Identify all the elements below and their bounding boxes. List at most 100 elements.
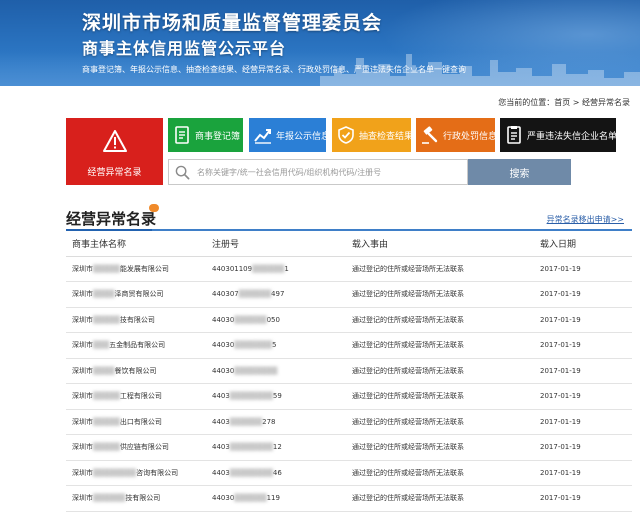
reg-number-text: 497 bbox=[271, 290, 285, 299]
date-cell: 2017-01-19 bbox=[522, 281, 632, 308]
tile-annual-report[interactable]: 年报公示信息 bbox=[249, 118, 330, 152]
tile-business-register-label: 商事登记簿 bbox=[195, 131, 241, 142]
table-row[interactable]: 深圳市█████能发展有限公司 440301109██████1 通过登记的住所… bbox=[66, 256, 632, 282]
redacted-text: ████ bbox=[93, 290, 115, 299]
reason-cell: 通过登记的住所或经营场所无法联系 bbox=[346, 332, 522, 359]
chart-trend-icon bbox=[254, 129, 271, 144]
reg-number-text: 119 bbox=[266, 494, 280, 503]
search-icon bbox=[175, 165, 190, 180]
entity-name-cell[interactable]: 深圳市████泽商贸有限公司 bbox=[66, 281, 206, 308]
entity-name-text: 技有限公司 bbox=[125, 494, 161, 503]
table-row[interactable]: 深圳市█████工程有限公司 4403████████59 通过登记的住所或经营… bbox=[66, 383, 632, 410]
section-divider bbox=[66, 229, 632, 231]
blacklist-doc-icon bbox=[507, 126, 521, 144]
reason-cell: 通过登记的住所或经营场所无法联系 bbox=[346, 307, 522, 333]
reg-number-cell: 44030███████5 bbox=[206, 332, 346, 359]
gavel-icon bbox=[422, 126, 438, 144]
entity-name-text: 工程有限公司 bbox=[119, 392, 162, 401]
table-row[interactable]: 深圳市████████咨询有限公司 4403████████46 通过登记的住所… bbox=[66, 460, 632, 486]
table-row[interactable]: 深圳市█████供应链有限公司 4403████████12 通过登记的住所或经… bbox=[66, 434, 632, 461]
date-cell: 2017-01-19 bbox=[522, 460, 632, 486]
reg-number-text: 44030 bbox=[212, 366, 235, 375]
date-cell: 2017-01-19 bbox=[522, 409, 632, 435]
entity-name-text: 深圳市 bbox=[72, 494, 93, 503]
breadcrumb-home-link[interactable]: 首页 bbox=[554, 98, 570, 107]
date-cell: 2017-01-19 bbox=[522, 485, 632, 512]
redacted-text: ███████ bbox=[234, 341, 272, 350]
tile-business-register[interactable]: 商事登记簿 bbox=[168, 118, 243, 152]
entity-name-cell[interactable]: 深圳市█████能发展有限公司 bbox=[66, 256, 206, 282]
date-cell: 2017-01-19 bbox=[522, 383, 632, 410]
redacted-text: █████ bbox=[93, 264, 120, 273]
entity-name-cell[interactable]: 深圳市█████供应链有限公司 bbox=[66, 434, 206, 461]
entity-name-text: 深圳市 bbox=[72, 392, 93, 401]
reason-cell: 通过登记的住所或经营场所无法联系 bbox=[346, 485, 522, 512]
entity-name-cell[interactable]: 深圳市████████咨询有限公司 bbox=[66, 460, 206, 486]
reg-number-cell: 4403████████59 bbox=[206, 383, 346, 410]
entity-name-text: 深圳市 bbox=[72, 264, 93, 273]
search-box bbox=[168, 159, 468, 185]
entity-name-text: 咨询有限公司 bbox=[136, 468, 179, 477]
date-cell: 2017-01-19 bbox=[522, 434, 632, 461]
table-row[interactable]: 深圳市███五金制品有限公司 44030███████5 通过登记的住所或经营场… bbox=[66, 332, 632, 359]
entity-name-text: 深圳市 bbox=[72, 366, 93, 375]
redacted-text: ██████ bbox=[93, 494, 126, 503]
entity-name-cell[interactable]: 深圳市████餐饮有限公司 bbox=[66, 358, 206, 384]
table-row[interactable]: 深圳市█████技有限公司 44030██████050 通过登记的住所或经营场… bbox=[66, 307, 632, 333]
reg-number-cell: 4403████████46 bbox=[206, 460, 346, 486]
redacted-text: ██████ bbox=[229, 417, 263, 426]
redacted-text: █████ bbox=[93, 443, 120, 452]
column-header-reg-number: 注册号 bbox=[206, 232, 346, 257]
tile-serious-violation-list[interactable]: 严重违法失信企业名单 bbox=[500, 118, 617, 152]
entity-name-text: 深圳市 bbox=[72, 417, 93, 426]
reg-number-text: 5 bbox=[271, 341, 277, 350]
reg-number-text: 278 bbox=[262, 417, 276, 426]
reg-number-cell: 44030██████119 bbox=[206, 485, 346, 512]
reg-number-text: 46 bbox=[272, 468, 282, 477]
reason-cell: 通过登记的住所或经营场所无法联系 bbox=[346, 409, 522, 435]
redacted-text: ████ bbox=[93, 366, 115, 375]
entity-name-text: 深圳市 bbox=[72, 443, 93, 452]
entity-name-cell[interactable]: 深圳市█████技有限公司 bbox=[66, 307, 206, 333]
reg-number-text: 440307 bbox=[212, 290, 239, 299]
reg-number-text: 59 bbox=[272, 392, 282, 401]
tile-inspection-results[interactable]: 抽查检查结果 bbox=[332, 118, 414, 152]
table-row[interactable]: 深圳市████餐饮有限公司 44030████████ 通过登记的住所或经营场所… bbox=[66, 358, 632, 384]
search-input[interactable] bbox=[197, 164, 463, 180]
tile-abnormal-list[interactable]: 经营异常名录 bbox=[66, 118, 163, 185]
redacted-text: ████████ bbox=[234, 366, 278, 375]
abnormal-list-table: 商事主体名称 注册号 载入事由 载入日期 深圳市█████能发展有限公司 440… bbox=[66, 232, 632, 512]
entity-name-text: 深圳市 bbox=[72, 290, 93, 299]
shield-check-icon bbox=[338, 126, 354, 144]
entity-name-cell[interactable]: 深圳市██████技有限公司 bbox=[66, 485, 206, 512]
reason-cell: 通过登记的住所或经营场所无法联系 bbox=[346, 434, 522, 461]
reason-cell: 通过登记的住所或经营场所无法联系 bbox=[346, 460, 522, 486]
new-badge-icon bbox=[149, 204, 159, 212]
reg-number-cell: 4403████████12 bbox=[206, 434, 346, 461]
table-row[interactable]: 深圳市██████技有限公司 44030██████119 通过登记的住所或经营… bbox=[66, 485, 632, 512]
entity-name-cell[interactable]: 深圳市█████出口有限公司 bbox=[66, 409, 206, 435]
tile-administrative-penalty[interactable]: 行政处罚信息 bbox=[416, 118, 497, 152]
site-subtitle: 商事主体信用监管公示平台 bbox=[82, 39, 287, 58]
table-row[interactable]: 深圳市████泽商贸有限公司 440307██████497 通过登记的住所或经… bbox=[66, 281, 632, 308]
entity-name-cell[interactable]: 深圳市███五金制品有限公司 bbox=[66, 332, 206, 359]
tile-inspection-results-label: 抽查检查结果 bbox=[359, 131, 414, 142]
redacted-text: ███ bbox=[93, 341, 110, 350]
redacted-text: █████ bbox=[93, 315, 120, 324]
table-row[interactable]: 深圳市█████出口有限公司 4403██████278 通过登记的住所或经营场… bbox=[66, 409, 632, 435]
redacted-text: ████████ bbox=[229, 443, 273, 452]
redacted-text: ██████ bbox=[234, 315, 267, 324]
redacted-text: █████ bbox=[93, 392, 120, 401]
column-header-date: 载入日期 bbox=[522, 232, 632, 257]
entity-name-cell[interactable]: 深圳市█████工程有限公司 bbox=[66, 383, 206, 410]
header-banner: 深圳市市场和质量监督管理委员会 商事主体信用监管公示平台 商事登记簿、年报公示信… bbox=[0, 0, 640, 86]
entity-name-text: 出口有限公司 bbox=[119, 417, 162, 426]
removal-application-link[interactable]: 异常名录移出申请>> bbox=[547, 214, 624, 225]
reason-cell: 通过登记的住所或经营场所无法联系 bbox=[346, 358, 522, 384]
breadcrumb-prefix: 您当前的位置： bbox=[498, 98, 555, 107]
reg-number-text: 4403 bbox=[212, 417, 230, 426]
reg-number-text: 4403 bbox=[212, 443, 230, 452]
entity-name-text: 深圳市 bbox=[72, 315, 93, 324]
search-button[interactable]: 搜索 bbox=[468, 159, 571, 185]
date-cell: 2017-01-19 bbox=[522, 307, 632, 333]
